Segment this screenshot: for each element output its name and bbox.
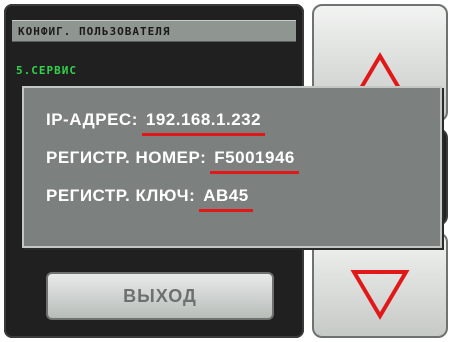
reg-number-row: РЕГИСТР. НОМЕР: F5001946 xyxy=(46,148,299,174)
menu-item-service[interactable]: 5.СЕРВИС xyxy=(16,64,77,77)
screen-header: КОНФИГ. ПОЛЬЗОВАТЕЛЯ xyxy=(12,20,296,42)
reg-key-label: РЕГИСТР. КЛЮЧ: xyxy=(46,186,196,205)
info-dialog: IP-АДРЕС: 192.168.1.232 РЕГИСТР. НОМЕР: F5… xyxy=(22,86,442,248)
exit-button[interactable]: ВЫХОД xyxy=(46,272,274,320)
ip-row: IP-АДРЕС: 192.168.1.232 xyxy=(46,110,266,136)
arrow-down-icon xyxy=(350,270,410,320)
reg-number-value: F5001946 xyxy=(210,148,299,174)
ip-value: 192.168.1.232 xyxy=(141,110,266,136)
reg-key-value: AB45 xyxy=(199,186,254,212)
reg-key-row: РЕГИСТР. КЛЮЧ: AB45 xyxy=(46,186,254,212)
device-panel: КОНФИГ. ПОЛЬЗОВАТЕЛЯ 5.СЕРВИС ВЫХОД IP-А… xyxy=(0,0,452,342)
ip-label: IP-АДРЕС: xyxy=(46,110,138,129)
reg-number-label: РЕГИСТР. НОМЕР: xyxy=(46,148,207,167)
